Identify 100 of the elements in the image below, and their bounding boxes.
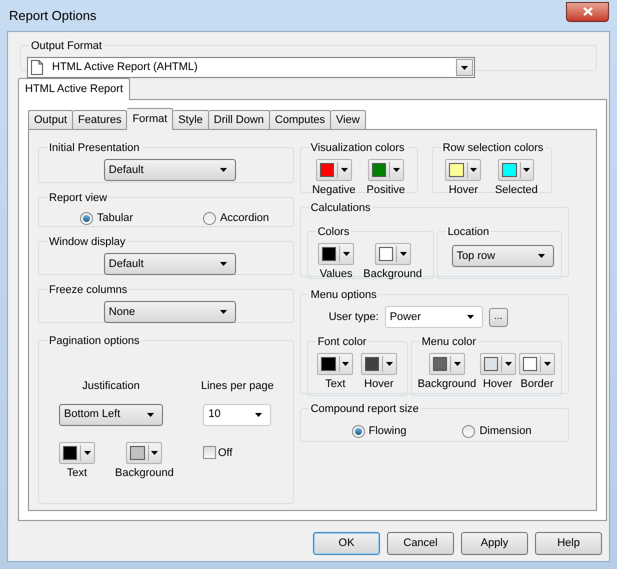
dialog-button[interactable]: Apply: [461, 532, 528, 555]
tab[interactable]: Style: [173, 110, 209, 129]
caret-icon: [454, 362, 461, 366]
caret-icon: [220, 262, 227, 266]
color-label: Hover: [364, 378, 394, 391]
color-picker[interactable]: [59, 442, 95, 464]
dropdown[interactable]: Bottom Left: [59, 404, 163, 426]
caret-icon: [504, 362, 512, 366]
caret-icon: [151, 450, 158, 454]
group-label: Pagination options: [49, 335, 140, 347]
caret-icon: [340, 168, 348, 172]
document-icon: [31, 60, 43, 75]
more-button[interactable]: ...: [488, 308, 508, 326]
color-label: Values: [320, 268, 353, 281]
color-label: Negative: [312, 184, 356, 197]
dialog-button[interactable]: Help: [535, 532, 602, 555]
group-label: Compound report size: [310, 403, 419, 415]
group-label: Output Format: [31, 40, 102, 52]
tab[interactable]: Features: [73, 110, 128, 129]
color-label: Hover: [482, 378, 512, 391]
checkbox[interactable]: [203, 446, 216, 460]
caret-icon: [544, 362, 551, 366]
caret-icon: [466, 315, 474, 319]
group-label: Freeze columns: [49, 284, 128, 296]
color-picker[interactable]: [445, 159, 482, 181]
dropdown[interactable]: Power: [384, 306, 483, 328]
dropdown[interactable]: Top row: [452, 245, 554, 267]
dropdown[interactable]: None: [104, 301, 236, 323]
field-label: Justification: [82, 379, 140, 394]
caret-icon: [220, 310, 227, 314]
caret-icon: [147, 412, 154, 416]
caret-icon: [386, 362, 393, 366]
radio-option[interactable]: Accordion: [203, 210, 269, 226]
radio-option[interactable]: Dimension: [462, 423, 532, 440]
caret-icon: [255, 412, 262, 416]
caret-icon: [343, 252, 350, 256]
radio-button[interactable]: [80, 212, 93, 225]
caret-icon: [392, 168, 400, 172]
group-label: Menu color: [422, 336, 476, 348]
color-picker[interactable]: [317, 353, 354, 375]
close-button[interactable]: [566, 2, 609, 22]
color-label: Background: [115, 466, 174, 480]
radio-option[interactable]: Flowing: [352, 423, 406, 440]
group-label: Font color: [318, 336, 366, 348]
group-label: Row selection colors: [442, 142, 544, 154]
dialog-button[interactable]: Cancel: [387, 532, 454, 555]
color-label: Border: [520, 378, 554, 391]
field-label: User type:: [328, 310, 379, 325]
tab[interactable]: HTML Active Report: [18, 78, 130, 100]
group-label: Location: [448, 226, 490, 238]
color-picker[interactable]: [498, 159, 534, 181]
tab[interactable]: Drill Down: [208, 110, 270, 129]
color-picker[interactable]: [126, 442, 162, 464]
color-picker[interactable]: [519, 353, 555, 375]
color-label: Text: [325, 378, 346, 391]
caret-icon: [220, 168, 227, 172]
dialog-button[interactable]: OK: [313, 532, 380, 555]
group-label: Menu options: [310, 289, 377, 301]
color-picker[interactable]: [428, 353, 465, 375]
dropdown[interactable]: 10: [203, 404, 272, 426]
caret-icon: [523, 168, 530, 172]
radio-button[interactable]: [462, 424, 476, 438]
tab[interactable]: View: [331, 110, 366, 129]
radio-button[interactable]: [352, 424, 365, 438]
dropdown[interactable]: Default: [104, 159, 236, 181]
radio-button[interactable]: [203, 212, 216, 225]
caret-icon: [461, 66, 468, 70]
close-icon: [582, 7, 592, 16]
color-picker[interactable]: [316, 159, 352, 181]
color-label: Background: [363, 268, 422, 281]
caret-icon: [538, 254, 545, 258]
group-label: Calculations: [310, 202, 370, 214]
color-picker[interactable]: [368, 159, 404, 181]
group-label: Window display: [49, 236, 126, 248]
tab[interactable]: Output: [28, 110, 74, 129]
field-label: Lines per page: [201, 379, 274, 394]
color-label: Hover: [448, 184, 478, 197]
color-picker[interactable]: [318, 243, 354, 265]
caret-icon: [342, 362, 350, 366]
color-picker[interactable]: [360, 353, 397, 375]
group-label: Initial Presentation: [49, 142, 140, 154]
color-label: Selected: [494, 184, 538, 197]
group-label: Report view: [49, 192, 108, 204]
color-picker[interactable]: [480, 353, 516, 375]
caret-icon: [470, 168, 478, 172]
caret-icon: [84, 450, 91, 454]
color-label: Background: [418, 378, 476, 391]
color-label: Positive: [366, 184, 406, 197]
window-title: Report Options: [9, 6, 96, 25]
radio-option[interactable]: Tabular: [80, 210, 134, 226]
caret-icon: [400, 252, 407, 256]
tab[interactable]: Computes: [270, 110, 332, 129]
color-label: Text: [66, 466, 88, 480]
color-picker[interactable]: [374, 243, 411, 265]
dropdown[interactable]: Default: [104, 253, 236, 275]
output-format-dropdown[interactable]: HTML Active Report (AHTML): [27, 57, 475, 78]
checkbox-option[interactable]: Off: [203, 444, 232, 461]
group-label: Visualization colors: [310, 142, 405, 154]
group-label: Colors: [318, 226, 350, 238]
tab[interactable]: Format: [127, 108, 174, 130]
